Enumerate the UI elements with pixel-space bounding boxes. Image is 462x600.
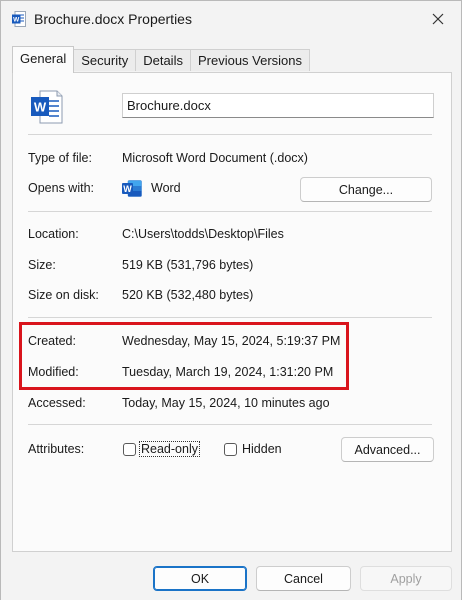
cancel-button-label: Cancel (284, 571, 323, 586)
size-on-disk-value: 520 KB (532,480 bytes) (122, 288, 254, 302)
cancel-button[interactable]: Cancel (256, 566, 351, 591)
close-icon (432, 13, 444, 25)
tab-security[interactable]: Security (73, 49, 137, 71)
close-button[interactable] (423, 5, 453, 33)
accessed-value: Today, May 15, 2024, 10 minutes ago (122, 396, 330, 410)
svg-text:W: W (34, 100, 47, 115)
change-button[interactable]: Change... (300, 177, 432, 202)
type-of-file-label: Type of file: (28, 151, 92, 165)
attributes-label: Attributes: (28, 442, 85, 456)
size-value: 519 KB (531,796 bytes) (122, 258, 254, 272)
filename-input[interactable] (122, 93, 434, 118)
opens-with-value: Word (151, 181, 181, 195)
hidden-checkbox[interactable] (224, 443, 237, 456)
separator (28, 134, 432, 135)
properties-dialog: W Brochure.docx Properties General Secur… (0, 0, 462, 600)
change-button-label: Change... (338, 182, 394, 197)
separator (28, 317, 432, 318)
type-of-file-value: Microsoft Word Document (.docx) (122, 151, 308, 165)
ok-button[interactable]: OK (153, 566, 247, 591)
location-label: Location: (28, 227, 79, 241)
size-on-disk-label: Size on disk: (28, 288, 99, 302)
tab-strip: General Security Details Previous Versio… (12, 46, 311, 73)
ok-button-label: OK (190, 571, 210, 586)
svg-text:W: W (123, 184, 132, 194)
tab-previous-versions[interactable]: Previous Versions (189, 49, 311, 71)
highlight-annotation (19, 322, 349, 390)
word-document-icon: W (12, 11, 26, 27)
window-title: Brochure.docx Properties (34, 11, 192, 27)
read-only-checkbox[interactable] (123, 443, 136, 456)
apply-button-label: Apply (390, 571, 422, 586)
svg-text:W: W (13, 17, 20, 24)
read-only-label[interactable]: Read-only (139, 441, 200, 457)
location-value: C:\Users\todds\Desktop\Files (122, 227, 284, 241)
separator (28, 424, 432, 425)
separator (28, 211, 432, 212)
advanced-button[interactable]: Advanced... (341, 437, 434, 462)
word-app-icon: W (122, 180, 142, 197)
hidden-label[interactable]: Hidden (242, 442, 282, 456)
size-label: Size: (28, 258, 56, 272)
title-bar[interactable]: W Brochure.docx Properties (1, 1, 461, 37)
tab-details[interactable]: Details (135, 49, 191, 71)
accessed-label: Accessed: (28, 396, 86, 410)
word-document-icon: W (31, 90, 63, 124)
general-tab-panel (12, 72, 452, 552)
tab-general[interactable]: General (12, 46, 75, 73)
opens-with-label: Opens with: (28, 181, 95, 195)
apply-button[interactable]: Apply (360, 566, 452, 591)
advanced-button-label: Advanced... (354, 442, 421, 457)
